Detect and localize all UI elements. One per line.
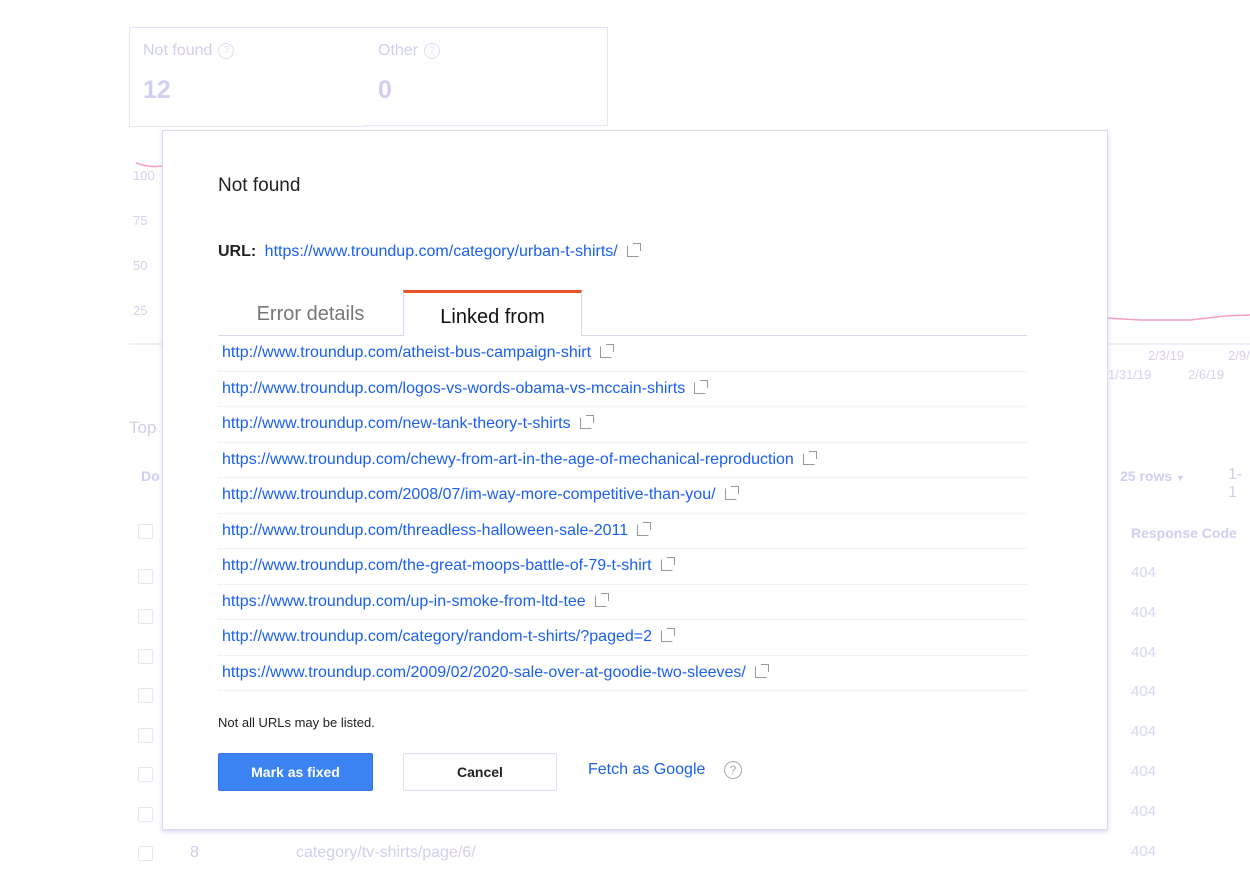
external-link-icon[interactable] [594,592,609,607]
linked-from-link[interactable]: http://www.troundup.com/new-tank-theory-… [222,415,571,432]
column-header-partial: Do [141,468,160,484]
y-tick-label: 25 [133,303,147,318]
response-code-header: Response Code [1131,525,1237,541]
y-tick-label: 75 [133,213,147,228]
row-checkbox[interactable] [138,846,153,861]
help-icon[interactable]: ? [724,761,742,779]
row-checkbox[interactable] [138,649,153,664]
tab-error-details[interactable]: Error details [218,290,403,335]
linked-from-link[interactable]: http://www.troundup.com/category/random-… [222,628,652,645]
response-code: 404 [1131,683,1157,701]
row-checkbox[interactable] [138,569,153,584]
tab-bar: Error details Linked from [218,290,1027,336]
linked-from-row: https://www.troundup.com/2009/02/2020-sa… [218,656,1027,691]
linked-from-link[interactable]: http://www.troundup.com/logos-vs-words-o… [222,380,685,397]
linked-from-row: http://www.troundup.com/the-great-moops-… [218,549,1027,585]
linked-from-link[interactable]: https://www.troundup.com/up-in-smoke-fro… [222,593,586,610]
response-code: 404 [1131,723,1157,741]
external-link-icon[interactable] [579,415,594,429]
linked-from-row: http://www.troundup.com/new-tank-theory-… [218,407,1027,443]
linked-from-link[interactable]: http://www.troundup.com/atheist-bus-camp… [222,344,591,361]
linked-from-row: http://www.troundup.com/atheist-bus-camp… [218,336,1027,372]
dropdown-icon: ▼ [1176,473,1185,483]
mark-as-fixed-button[interactable]: Mark as fixed [218,753,373,791]
listing-note: Not all URLs may be listed. [218,715,375,730]
response-code: 404 [1131,842,1157,860]
x-tick-label: 1/31/19 [1108,367,1151,382]
row-index: 8 [190,844,199,861]
row-checkbox[interactable] [138,688,153,703]
linked-from-row: http://www.troundup.com/threadless-hallo… [218,514,1027,549]
linked-from-link[interactable]: http://www.troundup.com/threadless-hallo… [222,522,628,539]
row-checkbox[interactable] [138,807,153,822]
external-link-icon[interactable] [694,379,709,394]
fetch-as-google-link[interactable]: Fetch as Google [588,761,705,779]
url-link[interactable]: https://www.troundup.com/category/urban-… [265,243,618,260]
error-dialog: Not found URL: https://www.troundup.com/… [162,130,1108,830]
tab-linked-from[interactable]: Linked from [403,290,582,336]
y-tick-label: 50 [133,258,147,273]
linked-from-link[interactable]: https://www.troundup.com/chewy-from-art-… [222,451,794,468]
linked-from-row: http://www.troundup.com/2008/07/im-way-m… [218,478,1027,514]
linked-from-row: http://www.troundup.com/logos-vs-words-o… [218,372,1027,407]
response-code: 404 [1131,763,1157,780]
row-checkbox[interactable] [138,609,153,624]
cancel-button[interactable]: Cancel [403,753,557,791]
row-checkbox[interactable] [138,728,153,743]
response-code: 404 [1131,603,1157,621]
url-row: URL: https://www.troundup.com/category/u… [218,243,641,261]
linked-from-link[interactable]: http://www.troundup.com/the-great-moops-… [222,557,652,574]
y-tick-label: 100 [133,168,155,183]
section-title: Top [129,418,157,437]
external-link-icon[interactable] [637,521,652,536]
row-url[interactable]: category/tv-shirts/page/6/ [296,844,476,862]
rows-per-page-select[interactable]: 25 rows ▼ [1120,468,1185,484]
response-code: 404 [1131,564,1157,581]
external-link-icon[interactable] [661,628,675,642]
response-code: 404 [1131,643,1157,661]
response-code: 404 [1131,802,1157,820]
external-link-icon[interactable] [660,557,675,571]
x-tick-label: 2/3/19 [1148,348,1184,363]
row-checkbox[interactable] [138,524,153,539]
url-label: URL: [218,243,257,260]
linked-from-link[interactable]: http://www.troundup.com/2008/07/im-way-m… [222,486,716,503]
linked-from-row: https://www.troundup.com/up-in-smoke-fro… [218,585,1027,620]
linked-from-row: https://www.troundup.com/chewy-from-art-… [218,443,1027,478]
external-link-icon[interactable] [802,450,817,465]
series-line [135,162,163,168]
linked-from-list: http://www.troundup.com/atheist-bus-camp… [218,336,1027,691]
series-line [1106,314,1250,321]
linked-from-row: http://www.troundup.com/category/random-… [218,620,1027,656]
x-tick-label: 2/6/19 [1188,367,1224,382]
linked-from-link[interactable]: https://www.troundup.com/2009/02/2020-sa… [222,664,746,681]
x-tick-label: 2/9/ [1228,348,1250,363]
external-link-icon[interactable] [754,663,769,678]
dialog-title: Not found [218,175,301,196]
external-link-icon[interactable] [600,344,615,358]
external-link-icon[interactable] [626,243,641,257]
external-link-icon[interactable] [724,486,739,500]
pagination-label: 1-1 [1228,466,1243,501]
row-checkbox[interactable] [138,767,153,782]
